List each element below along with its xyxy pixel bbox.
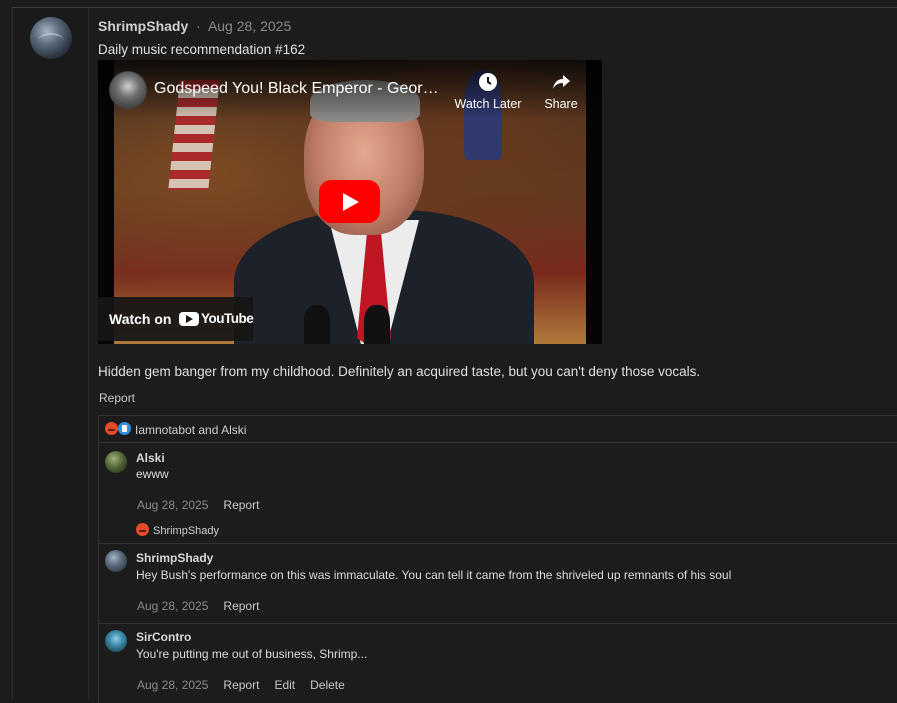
reaction-names[interactable]: Iamnotabot and Alski — [135, 423, 246, 437]
comment-report-link[interactable]: Report — [223, 498, 259, 512]
comment-item: Alski ewww Aug 28, 2025 Report ShrimpShad… — [99, 443, 897, 543]
channel-avatar[interactable] — [109, 71, 147, 109]
forum-post: ShrimpShady · Aug 28, 2025 Daily music r… — [12, 8, 897, 703]
comment-edit-link[interactable]: Edit — [274, 678, 295, 692]
comment-item: ShrimpShady Hey Bush's performance on th… — [99, 543, 897, 623]
comment-avatar[interactable] — [105, 550, 127, 572]
share-arrow-icon — [553, 75, 570, 89]
comment-avatar[interactable] — [105, 630, 127, 652]
thumbnail-mic-right — [364, 305, 390, 344]
watch-later-button[interactable]: Watch Later — [453, 71, 523, 111]
watch-on-youtube-button[interactable]: Watch on YouTube — [98, 297, 254, 341]
angry-emoji-icon — [136, 523, 149, 536]
comment-username[interactable]: Alski — [136, 451, 165, 465]
comment-reactions[interactable]: ShrimpShady — [136, 523, 219, 537]
watch-later-label: Watch Later — [454, 97, 522, 111]
comment-date[interactable]: Aug 28, 2025 — [137, 599, 208, 613]
post-date[interactable]: Aug 28, 2025 — [208, 18, 291, 34]
comment-meta: Aug 28, 2025 Report — [137, 498, 259, 512]
post-reactions-bar[interactable]: Iamnotabot and Alski — [98, 415, 897, 443]
post-username[interactable]: ShrimpShady — [98, 18, 188, 34]
header-separator: · — [196, 18, 201, 34]
angry-emoji-icon — [105, 422, 118, 435]
post-report-link[interactable]: Report — [99, 391, 135, 405]
thumbnail-mic-left — [304, 305, 330, 344]
share-button[interactable]: Share — [541, 71, 581, 111]
comment-meta: Aug 28, 2025 Report — [137, 599, 259, 613]
comment-username[interactable]: SirContro — [136, 630, 191, 644]
clock-icon — [479, 73, 497, 91]
post-body: Hidden gem banger from my childhood. Def… — [98, 364, 701, 379]
like-emoji-icon — [118, 422, 131, 435]
comment-username[interactable]: ShrimpShady — [136, 551, 213, 565]
comment-date[interactable]: Aug 28, 2025 — [137, 498, 208, 512]
comment-avatar[interactable] — [105, 451, 127, 473]
youtube-logo-text: YouTube — [201, 311, 254, 326]
comment-report-link[interactable]: Report — [223, 599, 259, 613]
watch-on-label: Watch on — [109, 311, 172, 327]
comment-reaction-names: ShrimpShady — [153, 525, 220, 537]
comment-text: Hey Bush's performance on this was immac… — [136, 568, 732, 582]
video-title[interactable]: Godspeed You! Black Emperor - Georg... — [154, 80, 444, 98]
post-title: Daily music recommendation #162 — [98, 42, 306, 57]
comment-text: ewww — [136, 467, 169, 481]
comment-meta: Aug 28, 2025 Report Edit Delete — [137, 678, 345, 692]
share-label: Share — [544, 97, 578, 111]
comment-report-link[interactable]: Report — [223, 678, 259, 692]
comment-item: SirContro You're putting me out of busin… — [99, 623, 897, 703]
comments-list: Alski ewww Aug 28, 2025 Report ShrimpShad… — [98, 443, 897, 703]
comment-text: You're putting me out of business, Shrim… — [136, 647, 368, 661]
comment-delete-link[interactable]: Delete — [310, 678, 345, 692]
youtube-embed[interactable]: Godspeed You! Black Emperor - Georg... W… — [98, 60, 602, 344]
author-avatar[interactable] — [30, 17, 72, 59]
comment-date[interactable]: Aug 28, 2025 — [137, 678, 208, 692]
play-button[interactable] — [319, 180, 380, 223]
post-author-column — [13, 8, 89, 698]
post-header: ShrimpShady · Aug 28, 2025 — [98, 18, 291, 34]
